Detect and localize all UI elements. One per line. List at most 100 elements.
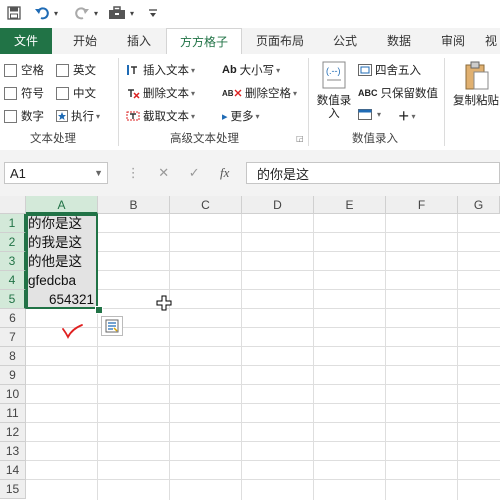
- more-label: 更多: [230, 111, 254, 123]
- row-header-1[interactable]: 1: [0, 214, 26, 233]
- copy-paste-button[interactable]: 复制粘贴: [452, 60, 500, 130]
- row-header-7[interactable]: 7: [0, 328, 26, 347]
- redo-dropdown[interactable]: ▾: [92, 4, 100, 22]
- checkbox-space[interactable]: 空格: [4, 62, 44, 78]
- round-button[interactable]: 四舍五入: [358, 62, 421, 78]
- row-header-15[interactable]: 15: [0, 480, 26, 499]
- calendar-button[interactable]: ▾: [358, 108, 381, 120]
- quick-access-toolbar: ▾ ▾ ▾: [0, 0, 500, 28]
- checkbox[interactable]: [56, 63, 69, 77]
- insert-function-icon[interactable]: fx: [210, 165, 241, 181]
- plus-button[interactable]: ＋ ▾: [398, 108, 416, 124]
- checkbox-label: 中文: [73, 88, 96, 100]
- checkbox[interactable]: [56, 86, 69, 100]
- row-header-6[interactable]: 6: [0, 309, 26, 328]
- ribbon-tabs: 文件 开始 插入 方方格子 页面布局 公式 数据 审阅 视: [0, 28, 500, 56]
- tab-file[interactable]: 文件: [0, 28, 52, 54]
- numeric-entry-icon: (.--): [319, 60, 349, 95]
- insert-text-label: 插入文本: [143, 65, 189, 77]
- row-header-9[interactable]: 9: [0, 366, 26, 385]
- row-header-8[interactable]: 8: [0, 347, 26, 366]
- column-header-e[interactable]: E: [314, 196, 386, 214]
- name-box[interactable]: A1 ▼: [4, 162, 108, 184]
- tab-insert[interactable]: 插入: [114, 28, 164, 54]
- checkbox-english[interactable]: 英文: [56, 62, 96, 78]
- briefcase-dropdown[interactable]: ▾: [128, 4, 136, 22]
- column-header-g[interactable]: G: [458, 196, 500, 214]
- gridline: [313, 214, 314, 500]
- row-header-14[interactable]: 14: [0, 461, 26, 480]
- tab-review[interactable]: 审阅: [428, 28, 478, 54]
- more-button[interactable]: ▸ 更多 ▾: [222, 108, 260, 124]
- run-button[interactable]: 执行 ▾: [56, 108, 100, 124]
- checkbox-chinese[interactable]: 中文: [56, 85, 96, 101]
- undo-dropdown[interactable]: ▾: [52, 4, 60, 22]
- keep-numeric-button[interactable]: ABC 只保留数值: [358, 85, 438, 101]
- row-header-10[interactable]: 10: [0, 385, 26, 404]
- fill-handle[interactable]: [95, 306, 103, 314]
- tab-data[interactable]: 数据: [374, 28, 424, 54]
- round-label: 四舍五入: [375, 65, 421, 77]
- checkbox-number[interactable]: 数字: [4, 108, 44, 124]
- checkbox[interactable]: [4, 63, 17, 77]
- svg-text:AB: AB: [222, 89, 234, 98]
- redo-icon[interactable]: [72, 4, 92, 22]
- column-header-f[interactable]: F: [386, 196, 458, 214]
- customize-toolbar-icon[interactable]: [146, 4, 160, 22]
- cancel-icon[interactable]: ✕: [149, 165, 180, 181]
- row-header-4[interactable]: 4: [0, 271, 26, 290]
- save-icon[interactable]: [6, 4, 22, 22]
- delete-spaces-icon: AB: [222, 87, 242, 99]
- numeric-entry-button[interactable]: (.--) 数值录入: [314, 60, 354, 124]
- chevron-down-icon: ▾: [191, 65, 196, 75]
- tab-page-layout[interactable]: 页面布局: [244, 28, 316, 54]
- tab-formulas[interactable]: 公式: [320, 28, 370, 54]
- case-button[interactable]: Ab 大小写 ▾: [222, 62, 280, 78]
- column-header-d[interactable]: D: [242, 196, 314, 214]
- round-icon: [358, 64, 372, 76]
- checkbox-label: 空格: [21, 65, 44, 77]
- tab-fangfang[interactable]: 方方格子: [166, 28, 242, 56]
- formula-input[interactable]: 的你是这: [246, 162, 500, 184]
- cell-a5[interactable]: 654321: [28, 290, 96, 309]
- row-header-12[interactable]: 12: [0, 423, 26, 442]
- column-header-b[interactable]: B: [98, 196, 170, 214]
- delete-text-button[interactable]: 删除文本 ▾: [126, 85, 195, 101]
- cell-a4[interactable]: gfedcba: [28, 271, 96, 290]
- cell-a2[interactable]: 的我是这: [28, 233, 96, 252]
- insert-text-button[interactable]: 插入文本 ▾: [126, 62, 195, 78]
- checkbox[interactable]: [4, 86, 17, 100]
- row-header-5[interactable]: 5: [0, 290, 26, 309]
- tab-home[interactable]: 开始: [58, 28, 112, 54]
- chevron-down-icon[interactable]: ▼: [94, 168, 103, 178]
- row-header-11[interactable]: 11: [0, 404, 26, 423]
- calendar-icon: [358, 108, 372, 120]
- clipboard-icon: [463, 60, 489, 95]
- checkbox-symbol[interactable]: 符号: [4, 85, 44, 101]
- play-icon: ▸: [222, 110, 228, 123]
- dialog-launcher-icon[interactable]: ◲: [296, 134, 304, 143]
- more-options-icon: ⋮: [126, 165, 140, 180]
- column-header-a[interactable]: A: [26, 196, 98, 214]
- briefcase-icon[interactable]: [106, 4, 128, 22]
- row-header-2[interactable]: 2: [0, 233, 26, 252]
- row-header-13[interactable]: 13: [0, 442, 26, 461]
- select-all-corner[interactable]: [0, 196, 26, 214]
- checkbox[interactable]: [4, 109, 17, 123]
- quick-analysis-icon[interactable]: [101, 316, 123, 336]
- chevron-down-icon: ▾: [293, 88, 298, 98]
- group-label-text-processing: 文本处理: [30, 133, 76, 145]
- undo-icon[interactable]: [32, 4, 52, 22]
- annotation-checkmark: [62, 324, 84, 343]
- row-header-3[interactable]: 3: [0, 252, 26, 271]
- cell-a1[interactable]: 的你是这: [28, 214, 96, 233]
- cell-a3[interactable]: 的他是这: [28, 252, 96, 271]
- delete-spaces-button[interactable]: AB 删除空格 ▾: [222, 85, 297, 101]
- confirm-icon[interactable]: ✓: [179, 165, 210, 181]
- tab-view[interactable]: 视: [482, 28, 500, 54]
- worksheet-grid[interactable]: A B C D E F G 1 2 3 4 5 6 7 8 9 10 11 12…: [0, 196, 500, 500]
- chevron-down-icon: ▾: [377, 109, 382, 119]
- column-header-c[interactable]: C: [170, 196, 242, 214]
- extract-text-button[interactable]: 截取文本 ▾: [126, 108, 195, 124]
- chevron-down-icon: ▾: [191, 111, 196, 121]
